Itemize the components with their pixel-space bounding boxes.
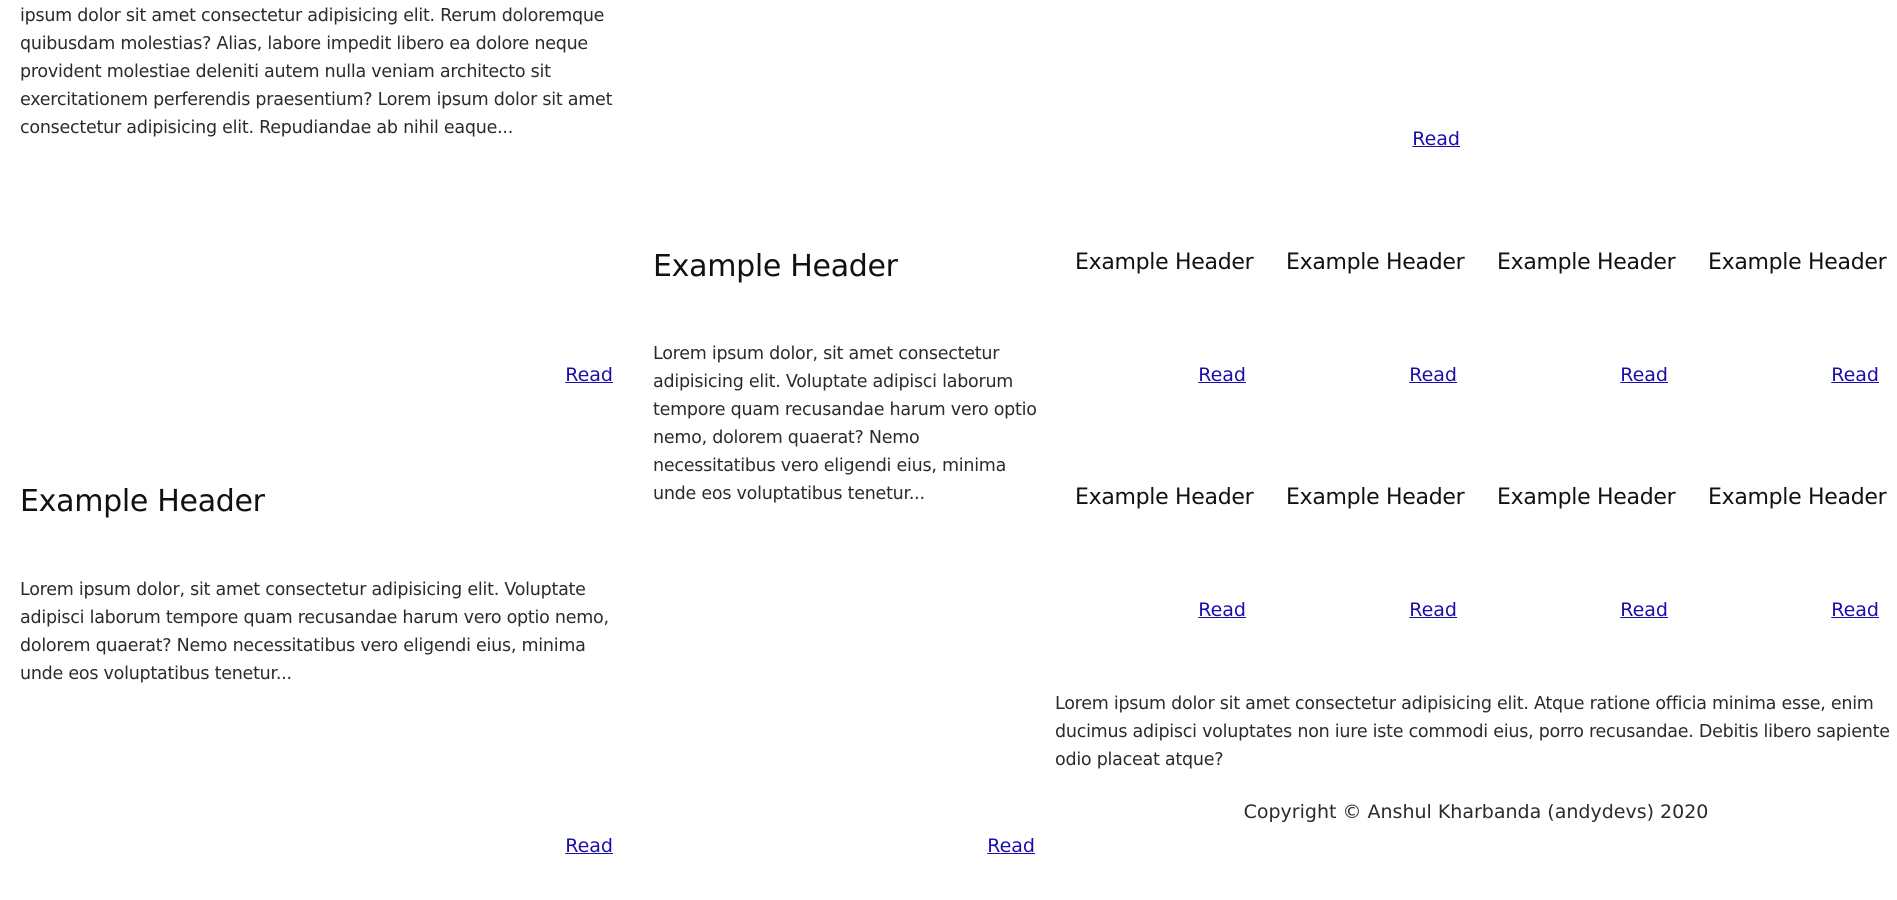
grid-card-7-title: Example Header xyxy=(1497,485,1676,510)
grid-card-8-title: Example Header xyxy=(1708,485,1887,510)
grid-card-2-read-link[interactable]: Read xyxy=(1377,363,1457,387)
grid-card-3-read-link[interactable]: Read xyxy=(1588,363,1668,387)
card-left-bottom-text: Lorem ipsum dolor, sit amet consectetur … xyxy=(20,580,609,684)
card-left-bottom-title: Example Header xyxy=(20,484,265,519)
grid-card-4-read-link[interactable]: Read xyxy=(1799,363,1879,387)
grid-card-1-read-link[interactable]: Read xyxy=(1166,363,1246,387)
footer-copyright: Copyright © Anshul Kharbanda (andydevs) … xyxy=(1243,801,1709,823)
grid-card-4-title: Example Header xyxy=(1708,250,1887,275)
card-left-mid-read-link[interactable]: Read xyxy=(533,363,613,387)
grid-card-1-title: Example Header xyxy=(1075,250,1254,275)
card-top-left-text: ipsum dolor sit amet consectetur adipisi… xyxy=(20,6,613,138)
card-top-wide-read-link[interactable]: Read xyxy=(1380,127,1460,151)
card-center-read-link[interactable]: Read xyxy=(955,834,1035,858)
grid-card-6-read-link[interactable]: Read xyxy=(1377,598,1457,622)
card-left-bottom-read-link[interactable]: Read xyxy=(533,834,613,858)
grid-card-2-title: Example Header xyxy=(1286,250,1465,275)
grid-card-5-title: Example Header xyxy=(1075,485,1254,510)
grid-card-5-read-link[interactable]: Read xyxy=(1166,598,1246,622)
card-center-title: Example Header xyxy=(653,249,898,284)
grid-card-8-read-link[interactable]: Read xyxy=(1799,598,1879,622)
grid-card-6-title: Example Header xyxy=(1286,485,1465,510)
card-center-text: Lorem ipsum dolor, sit amet consectetur … xyxy=(653,344,1037,504)
grid-card-3-title: Example Header xyxy=(1497,250,1676,275)
card-bottom-right-text: Lorem ipsum dolor sit amet consectetur a… xyxy=(1055,694,1890,770)
grid-card-7-read-link[interactable]: Read xyxy=(1588,598,1668,622)
